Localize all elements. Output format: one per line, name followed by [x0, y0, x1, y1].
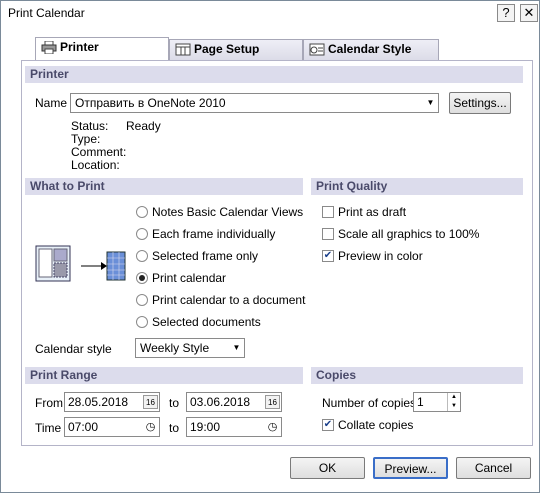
scale-graphics-checkbox[interactable]	[322, 228, 334, 240]
to-date-field[interactable]: 03.06.2018 16	[186, 392, 282, 412]
time-label: Time	[35, 421, 62, 435]
location-label: Location:	[71, 158, 120, 172]
from-time-field[interactable]: 07:00 ◷	[64, 417, 160, 437]
radio-print-calendar-label[interactable]: Print calendar	[152, 271, 226, 285]
collate-copies-label[interactable]: Collate copies	[338, 418, 413, 432]
tab-page-setup[interactable]: Page Setup	[169, 39, 303, 60]
from-date-field[interactable]: 28.05.2018 16	[64, 392, 160, 412]
chevron-down-icon: ▼	[426, 98, 435, 107]
status-label: Status:	[71, 119, 109, 133]
preview-in-color-checkbox[interactable]: ✔	[322, 250, 334, 262]
cancel-button[interactable]: Cancel	[456, 457, 531, 479]
scale-graphics-label[interactable]: Scale all graphics to 100%	[338, 227, 479, 241]
radio-print-to-document-label[interactable]: Print calendar to a document	[152, 293, 305, 307]
preview-button[interactable]: Preview...	[373, 457, 448, 479]
what-to-print-section-header: What to Print	[25, 178, 303, 195]
printer-name-dropdown[interactable]: Отправить в OneNote 2010 ▼	[70, 93, 439, 113]
clock-icon[interactable]: ◷	[143, 420, 158, 434]
to-time-label: to	[169, 421, 180, 435]
collate-copies-checkbox[interactable]: ✔	[322, 419, 334, 431]
number-of-copies-label: Number of copies	[322, 396, 417, 410]
from-date-value: 28.05.2018	[68, 395, 129, 409]
radio-each-frame[interactable]	[136, 228, 148, 240]
calendar-style-label: Calendar style	[35, 342, 112, 356]
radio-print-calendar[interactable]	[136, 272, 148, 284]
copies-section-header: Copies	[311, 367, 523, 384]
calendar-style-value: Weekly Style	[140, 341, 210, 355]
to-date-label: to	[169, 396, 180, 410]
radio-notes-basic[interactable]	[136, 206, 148, 218]
radio-print-to-document[interactable]	[136, 294, 148, 306]
page-setup-icon	[175, 43, 191, 56]
clock-icon[interactable]: ◷	[265, 420, 280, 434]
print-quality-section-header: Print Quality	[311, 178, 523, 195]
printer-icon	[41, 41, 57, 54]
tab-calendar-style-label: Calendar Style	[328, 42, 412, 56]
title-bar: Print Calendar ? ✕	[1, 1, 539, 27]
radio-each-frame-label[interactable]: Each frame individually	[152, 227, 275, 241]
tab-page-setup-label: Page Setup	[194, 42, 260, 56]
printer-section-header: Printer	[25, 66, 523, 83]
print-as-draft-checkbox[interactable]	[322, 206, 334, 218]
printer-name-value: Отправить в OneNote 2010	[75, 96, 226, 110]
radio-selected-documents-label[interactable]: Selected documents	[152, 315, 261, 329]
to-time-value: 19:00	[190, 420, 221, 434]
calendar-style-icon	[309, 43, 325, 56]
print-as-draft-label[interactable]: Print as draft	[338, 205, 406, 219]
radio-selected-frame[interactable]	[136, 250, 148, 262]
copies-spinner[interactable]: ▲ ▼	[447, 393, 460, 411]
help-button[interactable]: ?	[497, 4, 515, 22]
calendar-style-dropdown[interactable]: Weekly Style ▼	[135, 338, 245, 358]
from-label: From	[35, 396, 63, 410]
window-title: Print Calendar	[8, 6, 85, 20]
to-time-field[interactable]: 19:00 ◷	[186, 417, 282, 437]
number-of-copies-value: 1	[417, 395, 424, 409]
radio-selected-frame-label[interactable]: Selected frame only	[152, 249, 258, 263]
tab-printer[interactable]: Printer	[35, 37, 169, 61]
tab-calendar-style[interactable]: Calendar Style	[303, 39, 439, 60]
from-time-value: 07:00	[68, 420, 99, 434]
calendar-picker-icon[interactable]: 16	[143, 395, 158, 409]
printer-name-label: Name	[35, 96, 68, 110]
print-frame-illustration	[35, 245, 126, 282]
settings-button[interactable]: Settings...	[449, 92, 511, 114]
calendar-picker-icon[interactable]: 16	[265, 395, 280, 409]
print-calendar-dialog: Print Calendar ? ✕ Printer Page Setup Ca…	[0, 0, 540, 493]
type-label: Type:	[71, 132, 101, 146]
radio-notes-basic-label[interactable]: Notes Basic Calendar Views	[152, 205, 303, 219]
preview-in-color-label[interactable]: Preview in color	[338, 249, 423, 263]
comment-label: Comment:	[71, 145, 127, 159]
chevron-down-icon: ▼	[232, 343, 241, 352]
radio-selected-documents[interactable]	[136, 316, 148, 328]
ok-button[interactable]: OK	[290, 457, 365, 479]
print-range-section-header: Print Range	[25, 367, 303, 384]
to-date-value: 03.06.2018	[190, 395, 251, 409]
tab-printer-label: Printer	[60, 40, 99, 54]
close-button[interactable]: ✕	[520, 4, 538, 22]
number-of-copies-input[interactable]: 1 ▲ ▼	[413, 392, 461, 412]
status-value: Ready	[126, 119, 161, 133]
